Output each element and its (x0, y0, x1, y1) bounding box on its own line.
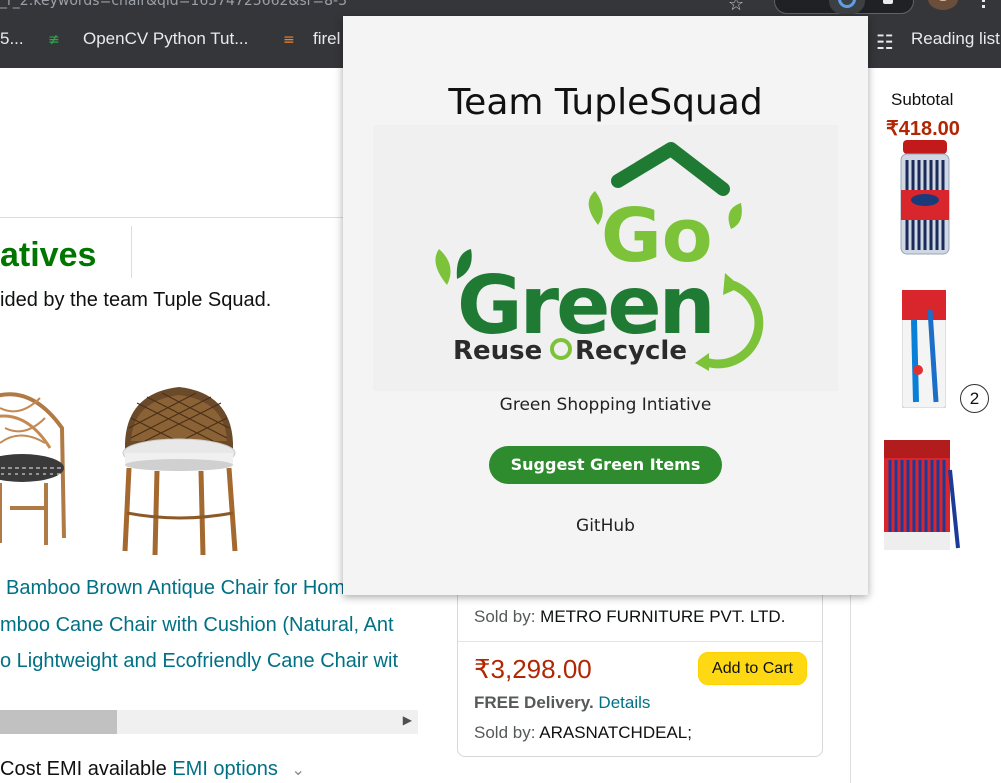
puzzle-extensions-icon[interactable] (883, 0, 893, 4)
page-heading: atives (0, 236, 97, 274)
browser-menu-icon[interactable] (982, 0, 985, 8)
carousel-scrollbar[interactable]: ▶ (0, 710, 418, 734)
chair-image-2[interactable] (117, 383, 242, 561)
sold-by-label: Sold by: (474, 607, 536, 626)
cart-item-pen-pack-image[interactable] (902, 290, 946, 408)
bookmark-item[interactable]: 5... (0, 29, 24, 49)
offer-price: ₹3,298.00 (474, 654, 592, 684)
page-subtext: ided by the team Tuple Squad. (0, 289, 272, 311)
bookmark-reading-list[interactable]: Reading list (911, 29, 1000, 49)
bookmark-star-icon[interactable]: ☆ (728, 0, 744, 15)
offer-divider (458, 641, 822, 642)
cart-quantity-badge[interactable]: 2 (960, 384, 989, 413)
free-delivery-label: FREE Delivery. (474, 693, 594, 712)
sold-by-label: Sold by: (474, 723, 536, 742)
cart-item-pen-box-image[interactable] (884, 440, 964, 552)
product-link-3[interactable]: o Lightweight and Ecofriendly Cane Chair… (0, 650, 420, 673)
screen: _r_2:keywords=chair&qid=16574725662&sr=8… (0, 0, 1001, 783)
geeksforgeeks-icon: ≢ (48, 32, 60, 48)
logo-recycle-text: Recycle (575, 336, 687, 366)
bookmark-opencv[interactable]: OpenCV Python Tut... (83, 29, 248, 49)
address-text: _r_2:keywords=chair&qid=16574725662&sr=8… (0, 0, 347, 9)
product-link-2[interactable]: mboo Cane Chair with Cushion (Natural, A… (0, 614, 420, 637)
scroll-right-arrow-icon[interactable]: ▶ (403, 713, 412, 727)
add-to-cart-button[interactable]: Add to Cart (698, 652, 807, 685)
delivery-details-link[interactable]: Details (598, 693, 650, 712)
go-green-logo-graphic: Go Green Reuse Recycle (435, 142, 764, 371)
sold-by-row-2: Sold by: ARASNATCHDEAL; (474, 723, 692, 743)
emi-text: Cost EMI available (0, 758, 167, 780)
bookmark-firebase[interactable]: firel (313, 29, 340, 49)
extension-popup: Team TupleSquad Go Green Reuse Recycle G… (343, 16, 868, 595)
sold-by-row-1: Sold by: METRO FURNITURE PVT. LTD. (474, 607, 785, 627)
seller-name-1[interactable]: METRO FURNITURE PVT. LTD. (540, 607, 785, 626)
cart-item-pen-jar-image[interactable] (897, 140, 953, 258)
logo-reuse-text: Reuse (453, 336, 542, 366)
github-link[interactable]: GitHub (343, 516, 868, 536)
divider (131, 226, 132, 278)
subtotal-amount: ₹418.00 (886, 118, 960, 140)
popup-caption: Green Shopping Intiative (499, 395, 712, 415)
emi-options-link[interactable]: EMI options (172, 758, 278, 780)
popup-title: Team TupleSquad (448, 82, 763, 123)
suggest-green-items-button[interactable]: Suggest Green Items (489, 446, 722, 484)
scrollbar-thumb[interactable] (0, 710, 117, 734)
delivery-row: FREE Delivery. Details (474, 693, 650, 713)
subtotal-label: Subtotal (891, 90, 954, 109)
chair-image-1[interactable] (0, 388, 70, 554)
stackoverflow-icon: ≡ (283, 32, 295, 48)
reading-list-icon: ☷ (876, 30, 894, 54)
seller-name-2[interactable]: ARASNATCHDEAL; (539, 723, 692, 742)
emi-line: Cost EMI available EMI options ⌄ (0, 758, 305, 781)
chevron-down-icon[interactable]: ⌄ (291, 762, 304, 779)
go-green-logo: Go Green Reuse Recycle (373, 125, 838, 391)
